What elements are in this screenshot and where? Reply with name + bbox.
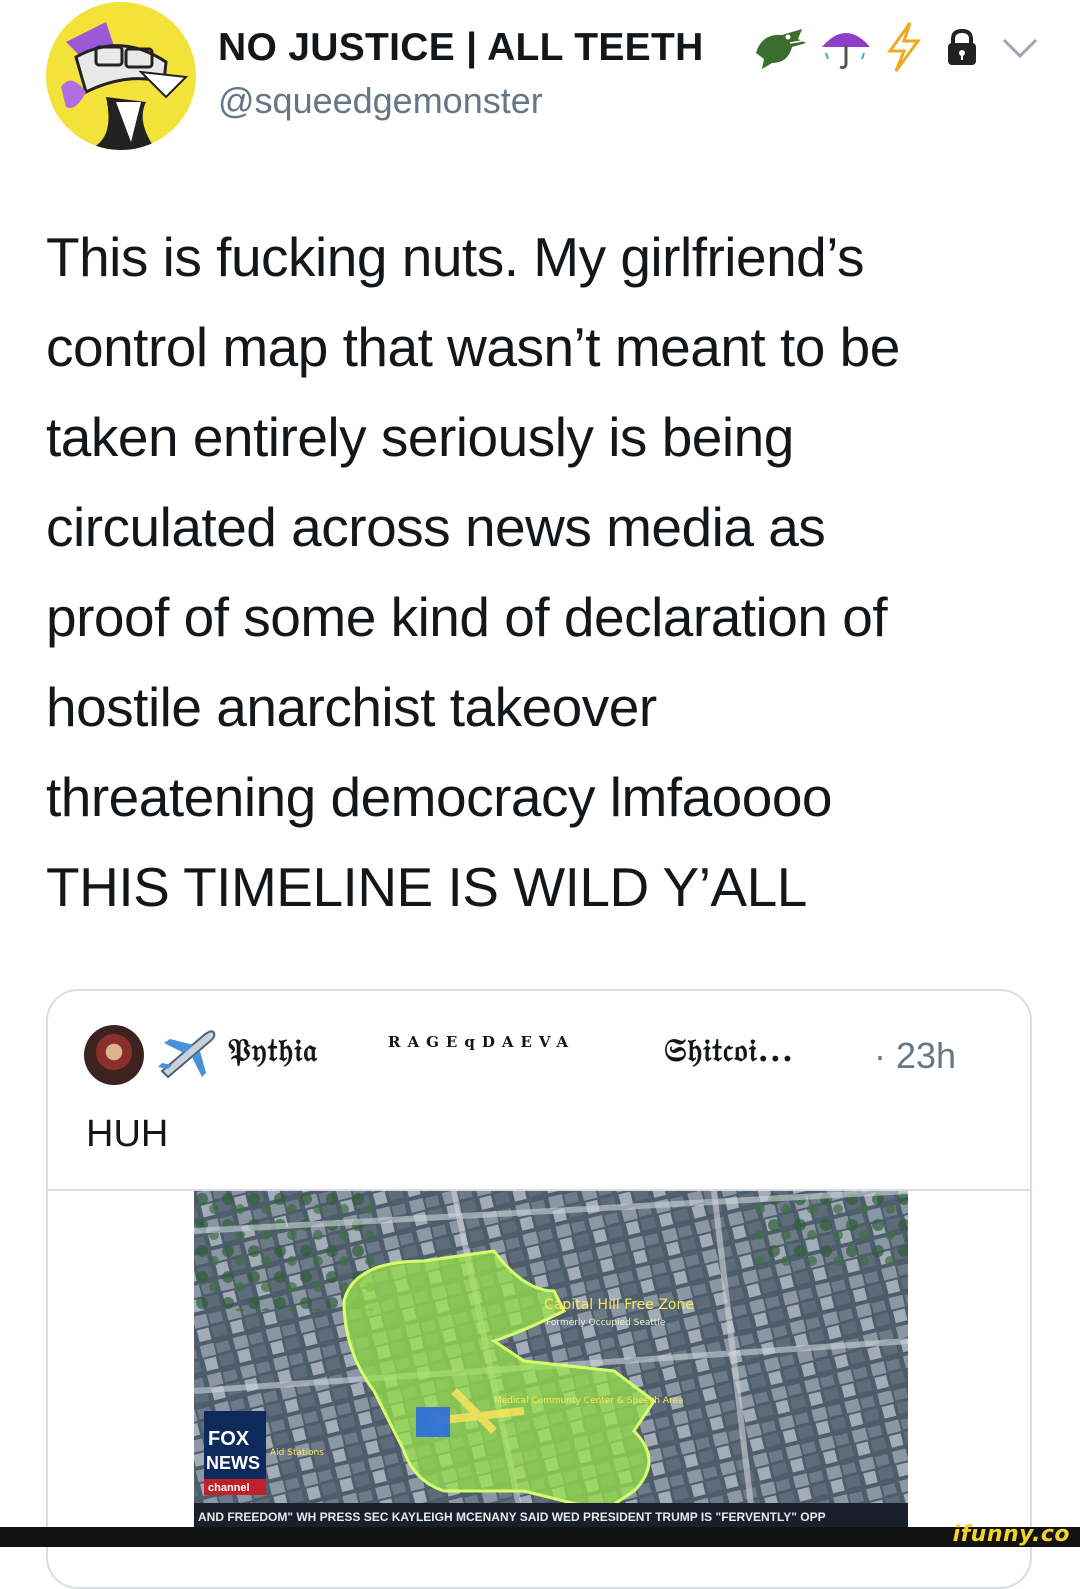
bottom-bar: [0, 1527, 1080, 1547]
news-ticker: AND FREEDOM" WH PRESS SEC KAYLEIGH MCENA…: [198, 1510, 826, 1524]
map-photo: Capital Hill Free Zone Formerly Occupied…: [194, 1191, 908, 1531]
quoted-display-name-part2[interactable]: 𝔖𝔥𝔦𝔱𝔠𝔬𝔦...: [664, 1031, 794, 1070]
chevron-down-icon[interactable]: [1000, 36, 1040, 65]
lock-icon: [944, 28, 980, 73]
tweet-text: This is fucking nuts. My girlfriend’s co…: [46, 226, 900, 918]
quoted-tweet-card[interactable]: 𝔓𝔶𝔱𝔥𝔦𝔞 RAGEqDAEVA 𝔖𝔥𝔦𝔱𝔠𝔬𝔦... · 23h HUH C…: [46, 989, 1032, 1589]
user-avatar[interactable]: [46, 2, 196, 150]
quoted-tweet-text: HUH: [86, 1113, 169, 1155]
lightning-icon: [884, 21, 924, 73]
quoted-user-avatar[interactable]: [84, 1025, 144, 1085]
map-zone-sub-label: Formerly Occupied Seattle: [546, 1318, 666, 1328]
map-zone-label: Capital Hill Free Zone: [544, 1297, 694, 1313]
user-handle[interactable]: @squeedgemonster: [218, 80, 543, 122]
name-emojis: [752, 20, 924, 74]
avatar-illustration: [47, 2, 195, 150]
fox-logo-text: FOX: [208, 1428, 250, 1450]
ifunny-watermark: ifunny.co: [952, 1522, 1070, 1547]
crocodile-icon: [752, 23, 808, 71]
umbrella-icon: [818, 23, 874, 71]
quoted-timestamp[interactable]: · 23h: [874, 1035, 956, 1077]
quoted-media-image[interactable]: Capital Hill Free Zone Formerly Occupied…: [194, 1191, 908, 1531]
aid-stations-label: Aid Stations: [270, 1448, 324, 1458]
airplane-icon: [154, 1023, 220, 1088]
quoted-display-name-small[interactable]: RAGEqDAEVA: [388, 1033, 575, 1051]
channel-logo-text: channel: [208, 1482, 250, 1494]
map-area-label: Medical Communty Center & Speech Area: [494, 1396, 684, 1406]
display-name[interactable]: NO JUSTICE | ALL TEETH: [218, 26, 704, 70]
news-logo-text: NEWS: [206, 1453, 260, 1473]
fox-news-logo: FOX NEWS channel: [204, 1411, 266, 1495]
quoted-display-name-part1[interactable]: 𝔓𝔶𝔱𝔥𝔦𝔞: [228, 1031, 318, 1070]
